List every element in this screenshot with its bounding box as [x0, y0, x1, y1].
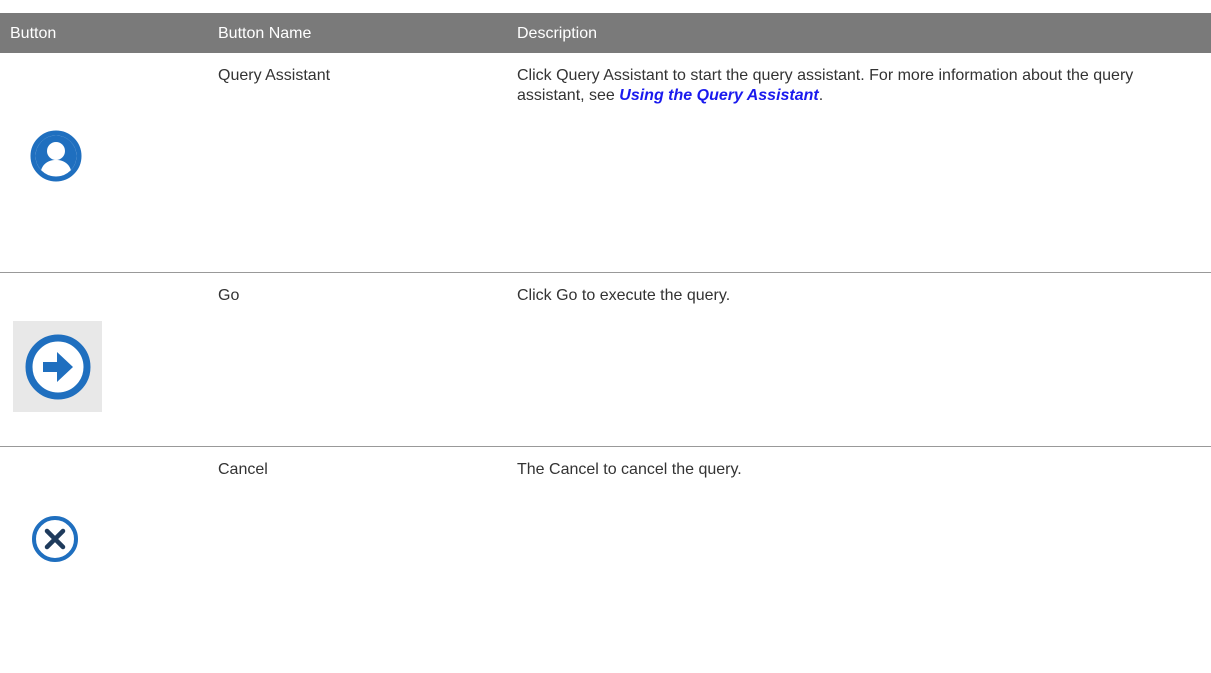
description-suffix: . — [818, 87, 824, 104]
header-description: Description — [517, 25, 598, 42]
close-circle-icon — [30, 514, 80, 564]
table-row: Cancel The Cancel to cancel the query. — [0, 447, 1211, 647]
buttons-table: Button Button Name Description Query Ass… — [0, 13, 1211, 647]
description-query-assistant: Click Query Assistant to start the query… — [517, 66, 1197, 106]
table-header: Button Button Name Description — [0, 13, 1211, 53]
using-query-assistant-link[interactable]: Using the Query Assistant — [619, 87, 818, 104]
description-go: Click Go to execute the query. — [517, 287, 731, 304]
table-row: Query Assistant Click Query Assistant to… — [0, 53, 1211, 273]
arrow-right-circle-icon — [13, 321, 102, 412]
header-button: Button — [10, 25, 57, 42]
user-assistant-icon — [30, 130, 82, 182]
button-name-cancel: Cancel — [218, 461, 268, 478]
description-text: Click Query Assistant to start the query… — [517, 67, 1134, 104]
button-name-query-assistant: Query Assistant — [218, 67, 331, 84]
table-row: Go Click Go to execute the query. — [0, 273, 1211, 447]
header-button-name: Button Name — [218, 25, 312, 42]
button-name-go: Go — [218, 287, 240, 304]
description-cancel: The Cancel to cancel the query. — [517, 461, 742, 478]
